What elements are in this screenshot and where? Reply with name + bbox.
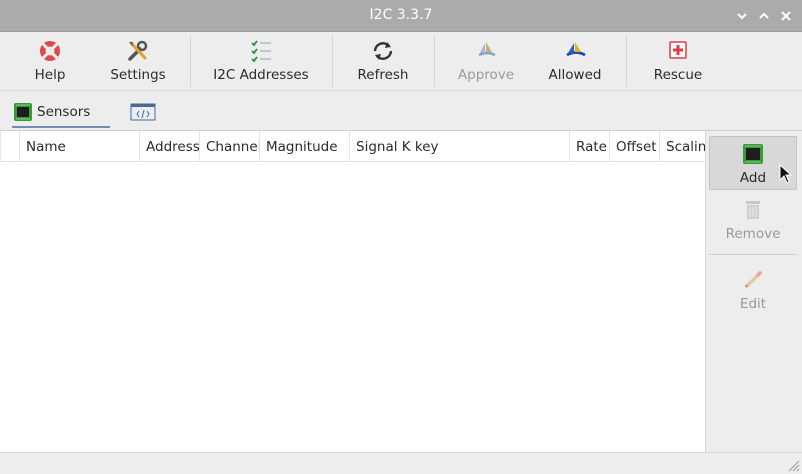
column-header-select[interactable] bbox=[0, 131, 19, 162]
resize-grip-icon[interactable] bbox=[784, 456, 800, 472]
toolbar-separator bbox=[626, 35, 627, 87]
tab-sensors[interactable]: Sensors bbox=[12, 96, 110, 128]
close-icon bbox=[781, 11, 791, 21]
column-header-address[interactable]: Address bbox=[139, 131, 199, 162]
sailboat-icon bbox=[473, 39, 499, 63]
tools-icon bbox=[125, 39, 151, 63]
sailboat-icon bbox=[562, 39, 588, 63]
remove-button[interactable]: Remove bbox=[709, 193, 797, 247]
allowed-button[interactable]: Allowed bbox=[544, 33, 606, 89]
toolbar: Help Settings I2C Addresses Refresh Appr… bbox=[0, 33, 802, 91]
sensors-table: Name Address Channel Magnitude Signal K … bbox=[0, 131, 706, 453]
minimize-button[interactable] bbox=[734, 8, 750, 24]
refresh-button[interactable]: Refresh bbox=[352, 33, 414, 89]
trash-icon bbox=[741, 198, 765, 222]
refresh-icon bbox=[370, 39, 396, 63]
chevron-up-icon bbox=[759, 12, 769, 19]
tab-code[interactable] bbox=[130, 96, 156, 128]
title-bar: I2C 3.3.7 bbox=[0, 0, 802, 32]
column-header-offset[interactable]: Offset bbox=[609, 131, 659, 162]
i2c-addresses-button[interactable]: I2C Addresses bbox=[210, 33, 312, 89]
checklist-icon bbox=[248, 39, 274, 63]
side-separator bbox=[709, 254, 797, 255]
help-button[interactable]: Help bbox=[20, 33, 80, 89]
allowed-label: Allowed bbox=[548, 67, 602, 83]
first-aid-icon bbox=[665, 39, 691, 63]
rescue-label: Rescue bbox=[653, 67, 703, 83]
approve-label: Approve bbox=[457, 67, 515, 83]
close-button[interactable] bbox=[778, 8, 794, 24]
chevron-down-icon bbox=[737, 13, 747, 20]
remove-label: Remove bbox=[725, 226, 781, 242]
code-icon bbox=[130, 101, 156, 123]
column-header-rate[interactable]: Rate bbox=[569, 131, 609, 162]
sensors-panel: Name Address Channel Magnitude Signal K … bbox=[0, 130, 802, 453]
status-bar bbox=[0, 452, 802, 474]
lifebuoy-icon bbox=[37, 39, 63, 63]
approve-button[interactable]: Approve bbox=[454, 33, 518, 89]
refresh-label: Refresh bbox=[357, 67, 409, 83]
tab-sensors-label: Sensors bbox=[37, 104, 91, 120]
help-label: Help bbox=[34, 67, 66, 83]
toolbar-separator bbox=[190, 35, 191, 87]
chip-icon bbox=[12, 101, 34, 123]
maximize-button[interactable] bbox=[756, 8, 772, 24]
settings-label: Settings bbox=[110, 67, 166, 83]
window-title: I2C 3.3.7 bbox=[369, 7, 433, 23]
tab-bar: Sensors bbox=[0, 92, 802, 130]
column-header-name[interactable]: Name bbox=[19, 131, 139, 162]
edit-label: Edit bbox=[739, 296, 767, 312]
column-header-scaling[interactable]: Scalin bbox=[659, 131, 705, 162]
settings-button[interactable]: Settings bbox=[104, 33, 172, 89]
toolbar-separator bbox=[434, 35, 435, 87]
mouse-cursor-icon bbox=[779, 164, 793, 184]
table-header: Name Address Channel Magnitude Signal K … bbox=[0, 131, 705, 162]
column-header-signalk-key[interactable]: Signal K key bbox=[349, 131, 569, 162]
rescue-button[interactable]: Rescue bbox=[648, 33, 708, 89]
edit-button[interactable]: Edit bbox=[709, 263, 797, 317]
column-header-magnitude[interactable]: Magnitude bbox=[259, 131, 349, 162]
column-header-channel[interactable]: Channel bbox=[199, 131, 259, 162]
pencil-icon bbox=[741, 268, 765, 292]
chip-icon bbox=[741, 142, 765, 166]
i2c-addresses-label: I2C Addresses bbox=[213, 67, 309, 83]
toolbar-separator bbox=[332, 35, 333, 87]
